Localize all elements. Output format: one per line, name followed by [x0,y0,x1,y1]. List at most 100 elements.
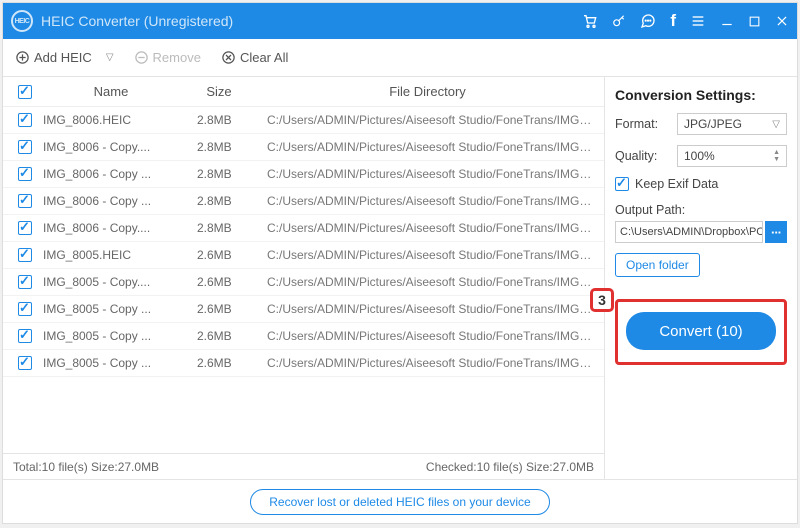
menu-icon[interactable] [690,13,706,29]
row-checkbox[interactable] [18,248,32,262]
facebook-icon[interactable]: f [670,11,676,31]
output-path-label: Output Path: [615,203,787,217]
row-directory: C:/Users/ADMIN/Pictures/Aiseesoft Studio… [259,275,596,289]
select-all-checkbox[interactable] [18,85,32,99]
header-size: Size [179,84,259,99]
titlebar-actions: f [582,11,789,31]
close-icon[interactable] [775,14,789,28]
minus-circle-icon [134,50,149,65]
convert-button[interactable]: Convert (10) [626,312,776,350]
row-directory: C:/Users/ADMIN/Pictures/Aiseesoft Studio… [259,302,596,316]
chat-icon[interactable] [640,13,656,29]
browse-button[interactable]: ··· [765,221,787,243]
status-checked: Checked:10 file(s) Size:27.0MB [426,460,594,474]
table-row[interactable]: IMG_8005.HEIC2.6MBC:/Users/ADMIN/Picture… [3,242,604,269]
cart-icon[interactable] [582,13,598,29]
row-name: IMG_8006 - Copy ... [39,194,179,208]
row-name: IMG_8006 - Copy.... [39,221,179,235]
clear-all-label: Clear All [240,50,288,65]
row-name: IMG_8005 - Copy ... [39,356,179,370]
row-checkbox[interactable] [18,221,32,235]
clear-all-button[interactable]: Clear All [221,50,288,65]
table-row[interactable]: IMG_8006 - Copy ...2.8MBC:/Users/ADMIN/P… [3,188,604,215]
table-row[interactable]: IMG_8006 - Copy....2.8MBC:/Users/ADMIN/P… [3,215,604,242]
bottom-bar: Recover lost or deleted HEIC files on yo… [3,479,797,523]
status-total: Total:10 file(s) Size:27.0MB [13,460,159,474]
x-circle-icon [221,50,236,65]
row-checkbox[interactable] [18,194,32,208]
file-list-panel: Name Size File Directory IMG_8006.HEIC2.… [3,77,605,479]
row-directory: C:/Users/ADMIN/Pictures/Aiseesoft Studio… [259,167,596,181]
remove-label: Remove [153,50,201,65]
row-directory: C:/Users/ADMIN/Pictures/Aiseesoft Studio… [259,221,596,235]
table-body: IMG_8006.HEIC2.8MBC:/Users/ADMIN/Picture… [3,107,604,453]
row-size: 2.8MB [179,167,259,181]
add-heic-label: Add HEIC [34,50,92,65]
row-checkbox[interactable] [18,167,32,181]
row-size: 2.6MB [179,275,259,289]
table-row[interactable]: IMG_8006 - Copy ...2.8MBC:/Users/ADMIN/P… [3,161,604,188]
convert-highlight: 3 Convert (10) [615,299,787,365]
table-row[interactable]: IMG_8005 - Copy ...2.6MBC:/Users/ADMIN/P… [3,323,604,350]
row-size: 2.8MB [179,221,259,235]
row-directory: C:/Users/ADMIN/Pictures/Aiseesoft Studio… [259,113,596,127]
annotation-badge: 3 [590,288,614,312]
app-window: HEIC HEIC Converter (Unregistered) f Add… [2,2,798,524]
row-size: 2.8MB [179,140,259,154]
stepper-icon: ▲▼ [773,149,780,163]
row-directory: C:/Users/ADMIN/Pictures/Aiseesoft Studio… [259,140,596,154]
row-directory: C:/Users/ADMIN/Pictures/Aiseesoft Studio… [259,194,596,208]
row-checkbox[interactable] [18,302,32,316]
chevron-down-icon: ▽ [106,52,114,63]
header-directory: File Directory [259,84,596,99]
add-heic-button[interactable]: Add HEIC ▽ [15,50,114,65]
table-row[interactable]: IMG_8006.HEIC2.8MBC:/Users/ADMIN/Picture… [3,107,604,134]
settings-panel: Conversion Settings: Format: JPG/JPEG ▽ … [605,77,797,479]
quality-value: 100% [684,149,715,163]
row-name: IMG_8005 - Copy ... [39,302,179,316]
row-name: IMG_8006.HEIC [39,113,179,127]
row-size: 2.8MB [179,194,259,208]
table-row[interactable]: IMG_8005 - Copy ...2.6MBC:/Users/ADMIN/P… [3,296,604,323]
row-name: IMG_8005 - Copy ... [39,329,179,343]
table-row[interactable]: IMG_8006 - Copy....2.8MBC:/Users/ADMIN/P… [3,134,604,161]
quality-select[interactable]: 100% ▲▼ [677,145,787,167]
row-name: IMG_8005 - Copy.... [39,275,179,289]
recover-link[interactable]: Recover lost or deleted HEIC files on yo… [250,489,549,515]
status-bar: Total:10 file(s) Size:27.0MB Checked:10 … [3,453,604,479]
quality-label: Quality: [615,149,677,163]
table-header: Name Size File Directory [3,77,604,107]
row-checkbox[interactable] [18,113,32,127]
row-size: 2.8MB [179,113,259,127]
table-row[interactable]: IMG_8005 - Copy ...2.6MBC:/Users/ADMIN/P… [3,350,604,377]
output-path-field[interactable]: C:\Users\ADMIN\Dropbox\PC\ [615,221,763,243]
app-logo-icon: HEIC [11,10,33,32]
format-value: JPG/JPEG [684,117,742,131]
row-size: 2.6MB [179,329,259,343]
key-icon[interactable] [612,14,626,28]
row-size: 2.6MB [179,248,259,262]
toolbar: Add HEIC ▽ Remove Clear All [3,39,797,77]
row-size: 2.6MB [179,356,259,370]
keep-exif-checkbox[interactable] [615,177,629,191]
header-name: Name [39,84,179,99]
remove-button: Remove [134,50,201,65]
maximize-icon[interactable] [748,15,761,28]
minimize-icon[interactable] [720,14,734,28]
titlebar: HEIC HEIC Converter (Unregistered) f [3,3,797,39]
table-row[interactable]: IMG_8005 - Copy....2.6MBC:/Users/ADMIN/P… [3,269,604,296]
row-directory: C:/Users/ADMIN/Pictures/Aiseesoft Studio… [259,356,596,370]
format-select[interactable]: JPG/JPEG ▽ [677,113,787,135]
chevron-down-icon: ▽ [772,119,780,130]
plus-circle-icon [15,50,30,65]
keep-exif-label: Keep Exif Data [635,177,718,191]
row-checkbox[interactable] [18,275,32,289]
row-directory: C:/Users/ADMIN/Pictures/Aiseesoft Studio… [259,329,596,343]
open-folder-button[interactable]: Open folder [615,253,700,277]
row-name: IMG_8006 - Copy.... [39,140,179,154]
row-checkbox[interactable] [18,140,32,154]
row-checkbox[interactable] [18,329,32,343]
format-label: Format: [615,117,677,131]
settings-title: Conversion Settings: [615,87,787,103]
row-checkbox[interactable] [18,356,32,370]
